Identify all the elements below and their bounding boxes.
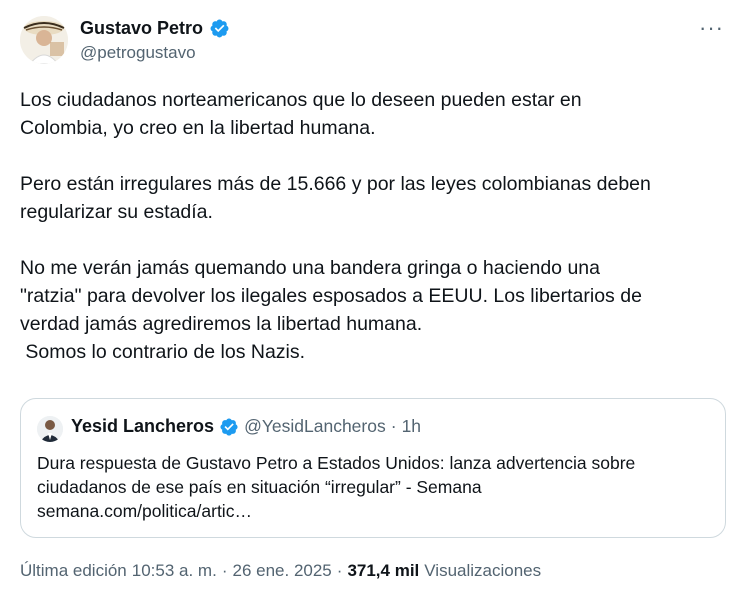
quote-timestamp[interactable]: 1h [402, 416, 421, 437]
author-name[interactable]: Gustavo Petro [80, 18, 203, 39]
quote-line-1: Dura respuesta de Gustavo Petro a Estado… [37, 453, 636, 473]
quoted-tweet-card[interactable]: Yesid Lancheros @YesidLancheros · 1h Dur… [20, 398, 726, 538]
tweet-paragraph-2: Pero están irregulares más de 15.666 y p… [20, 173, 651, 223]
tweet-header: Gustavo Petro @petrogustavo ··· [20, 14, 730, 70]
edited-label[interactable]: Última edición [20, 561, 127, 581]
verified-badge-icon [209, 18, 230, 39]
tweet-date[interactable]: 26 ene. 2025 [233, 561, 332, 581]
tweet-paragraph-3: No me verán jamás quemando una bandera g… [20, 257, 642, 363]
author-handle[interactable]: @petrogustavo [80, 43, 196, 63]
tweet-time[interactable]: 10:53 a. m. [132, 561, 217, 581]
quote-link[interactable]: semana.com/politica/artic… [37, 499, 713, 523]
author-avatar[interactable] [20, 16, 68, 64]
meta-separator: · [336, 561, 343, 580]
quote-separator: · [390, 416, 397, 436]
quote-author-handle[interactable]: @YesidLancheros [244, 416, 386, 437]
quote-verified-badge-icon [219, 417, 239, 437]
quote-author-avatar[interactable] [37, 416, 63, 442]
meta-separator: · [221, 561, 228, 580]
tweet-paragraph-1: Los ciudadanos norteamericanos que lo de… [20, 89, 582, 139]
tweet-meta: Última edición 10:53 a. m. · 26 ene. 202… [20, 561, 541, 581]
tweet-text: Los ciudadanos norteamericanos que lo de… [20, 86, 730, 366]
more-horizontal-icon[interactable]: ··· [699, 17, 724, 39]
quote-line-2: ciudadanos de ese país en situación “irr… [37, 477, 482, 497]
quote-author-name[interactable]: Yesid Lancheros [71, 416, 214, 437]
views-label[interactable]: Visualizaciones [424, 561, 541, 581]
quote-text: Dura respuesta de Gustavo Petro a Estado… [37, 451, 713, 523]
views-count[interactable]: 371,4 mil [347, 561, 419, 581]
